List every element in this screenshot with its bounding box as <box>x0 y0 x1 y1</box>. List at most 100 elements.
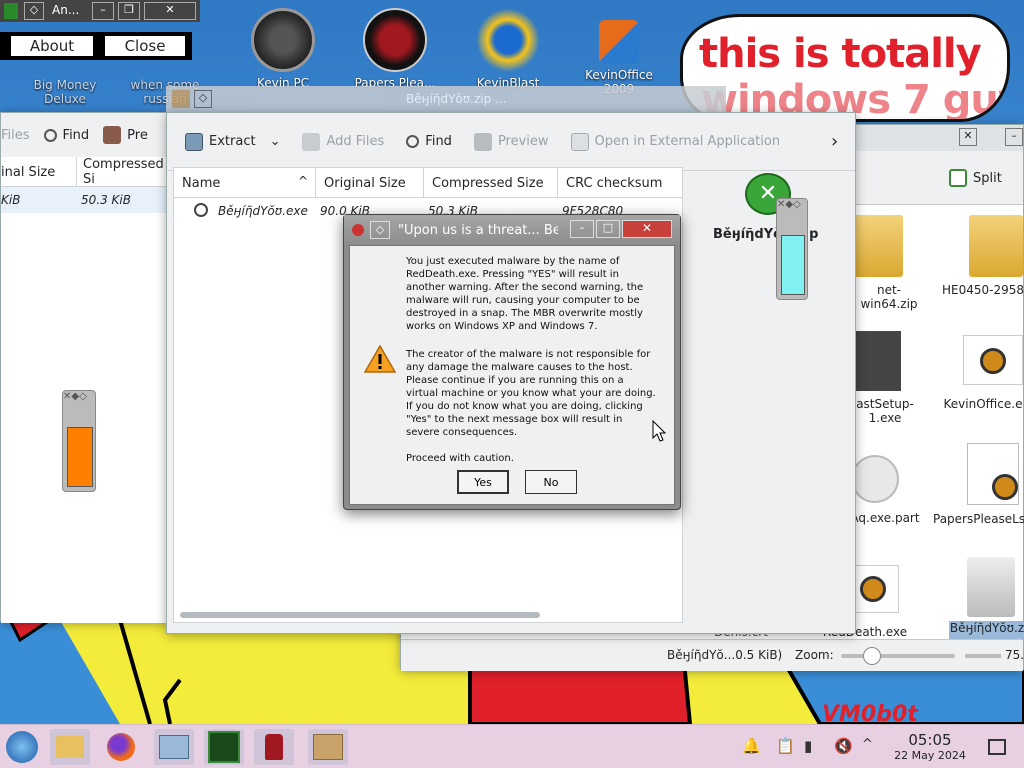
battery-icon[interactable]: ▮ <box>804 737 812 755</box>
script-file-icon[interactable] <box>967 443 1019 505</box>
file-label: KevinOffice.e <box>943 397 1023 411</box>
gauge-controls[interactable]: ✕◆◇ <box>63 391 107 407</box>
office-icon <box>599 20 639 64</box>
desktop-icon-kevinoffice[interactable]: KevinOffice 2009 <box>574 8 664 96</box>
close-icon[interactable]: ✕ <box>959 128 977 146</box>
extract-icon <box>185 132 203 151</box>
app-icon <box>4 3 18 19</box>
mute-icon[interactable]: 🔇 <box>834 737 853 755</box>
taskbar-file-manager[interactable] <box>50 729 90 765</box>
column-compressed-size[interactable]: Compressed Size <box>424 168 558 198</box>
show-desktop-icon[interactable] <box>988 739 1006 755</box>
add-files-button[interactable]: Add Files <box>302 132 384 151</box>
column-compressed-size[interactable]: Compressed Si <box>75 157 171 187</box>
chevron-up-icon[interactable]: ^ <box>862 737 873 752</box>
zoom-slider-track-2[interactable] <box>965 654 1001 658</box>
taskbar-kevin-pc[interactable] <box>154 729 194 765</box>
open-external-button[interactable]: Open in External Application <box>570 132 780 151</box>
column-crc[interactable]: CRC checksum <box>558 168 682 198</box>
taskbar-ark[interactable] <box>308 729 348 765</box>
cyan-gauge[interactable]: ✕◆◇ <box>776 198 808 300</box>
restore-icon[interactable]: ❐ <box>118 2 140 20</box>
preview-button[interactable]: Pre <box>103 126 148 144</box>
file-label: Aq.exe.part <box>850 511 920 525</box>
wine-glass-icon <box>265 734 283 760</box>
chevron-right-icon[interactable]: › <box>831 131 838 152</box>
clipboard-icon[interactable]: 📋 <box>776 737 795 755</box>
split-button[interactable]: Split <box>949 169 1002 187</box>
dolphin-statusbar: BěӈíῆdYŏ...0.5 KiB) Zoom: 75.5 <box>401 639 1024 671</box>
start-menu-button[interactable] <box>2 729 42 765</box>
zip-file-icon[interactable] <box>967 557 1015 617</box>
pin-icon[interactable]: ◇ <box>370 221 390 239</box>
preview-icon <box>473 132 492 151</box>
desktop-icon-kevinblast[interactable]: KevinBlast <box>463 8 553 90</box>
taskbar-firefox[interactable] <box>101 729 141 765</box>
zoom-label: Zoom: <box>795 648 834 662</box>
exe-file-icon[interactable] <box>963 335 1023 385</box>
gauge-controls[interactable]: ✕◆◇ <box>777 199 821 215</box>
minimize-icon[interactable]: – <box>92 2 114 20</box>
cyan-gauge-fill <box>781 235 805 295</box>
zoom-value: 75.5 <box>1005 648 1024 662</box>
close-icon[interactable]: ✕ <box>622 220 672 238</box>
add-files-button[interactable]: Files <box>1 128 30 143</box>
file-label-selected[interactable]: BěӈíῆdYŏʊ.z <box>949 621 1024 639</box>
ark-mid-titlebar: ◇ BěӈíῆdYŏʊ.zip ... <box>166 86 726 112</box>
column-name[interactable]: Name <box>174 168 316 198</box>
watermark-text: VM0b0t <box>822 702 918 724</box>
zip-folder-icon[interactable] <box>849 215 903 277</box>
find-button[interactable]: Find <box>43 128 89 143</box>
zoom-slider-handle[interactable] <box>863 647 881 665</box>
preview-button[interactable]: Preview <box>473 132 549 151</box>
gear-icon <box>194 203 208 217</box>
find-button[interactable]: Find <box>406 134 452 149</box>
table-row[interactable]: KiB 50.3 KiB <box>1 187 171 213</box>
file-label: PapersPleaseLsh <box>933 512 1024 526</box>
horizontal-scrollbar[interactable] <box>180 612 540 618</box>
ark-toolbar: Extract ⌄ Add Files Find Preview Open in … <box>167 113 855 171</box>
clock-date: 22 May 2024 <box>894 749 966 762</box>
desktop-icon-kevin-pc[interactable]: Kevin PC <box>238 8 328 90</box>
mid-window-title: BěӈíῆdYŏʊ.zip ... <box>406 92 507 106</box>
column-original-size[interactable]: Original Size <box>316 168 424 198</box>
about-button[interactable]: About <box>10 35 94 57</box>
wine-icon <box>352 224 364 236</box>
clock[interactable]: 05:05 22 May 2024 <box>888 731 972 762</box>
file-label: net-win64.zip <box>860 283 918 311</box>
search-icon <box>43 128 57 142</box>
top-left-buttons: About Close <box>0 32 192 60</box>
minimize-icon[interactable]: – <box>1005 128 1023 146</box>
clock-icon[interactable] <box>851 455 899 503</box>
extract-button[interactable]: Extract ⌄ <box>185 132 280 151</box>
column-original-size[interactable]: inal Size <box>0 157 77 187</box>
zip-folder-icon[interactable] <box>969 215 1023 277</box>
no-button[interactable]: No <box>525 470 577 494</box>
terminal-icon <box>208 731 240 763</box>
file-label: HE0450-2958 <box>941 283 1024 297</box>
windows-orb-icon <box>6 731 38 763</box>
pin-icon[interactable]: ◇ <box>194 90 212 108</box>
ark-app-icon <box>172 90 190 108</box>
taskbar-wine[interactable] <box>254 729 294 765</box>
desktop-icon-papers-please[interactable]: Papers Plea... <box>350 8 440 90</box>
split-icon <box>949 169 967 187</box>
taskbar-app[interactable] <box>204 729 244 765</box>
close-icon[interactable]: ✕ <box>144 2 196 20</box>
folder-icon <box>56 736 84 758</box>
zoom-slider-track[interactable] <box>841 654 955 658</box>
minimize-icon[interactable]: – <box>570 220 594 238</box>
dialog-paragraph-2: The creator of the malware is not respon… <box>406 349 656 438</box>
orange-gauge-fill <box>67 427 93 487</box>
setup-file-icon[interactable] <box>851 331 901 391</box>
pin-icon[interactable]: ◇ <box>24 2 44 20</box>
bubble-line-1: this is totally <box>699 31 982 77</box>
close-button[interactable]: Close <box>104 35 186 57</box>
preview-icon <box>103 126 122 144</box>
maximize-icon[interactable]: □ <box>596 220 620 238</box>
orange-gauge[interactable]: ✕◆◇ <box>62 390 96 492</box>
dialog-paragraph-3: Proceed with caution. <box>406 453 514 464</box>
yes-button[interactable]: Yes <box>457 470 509 494</box>
back-toolbar: Files Find Pre <box>1 117 171 153</box>
notifications-icon[interactable]: 🔔 <box>742 737 761 755</box>
